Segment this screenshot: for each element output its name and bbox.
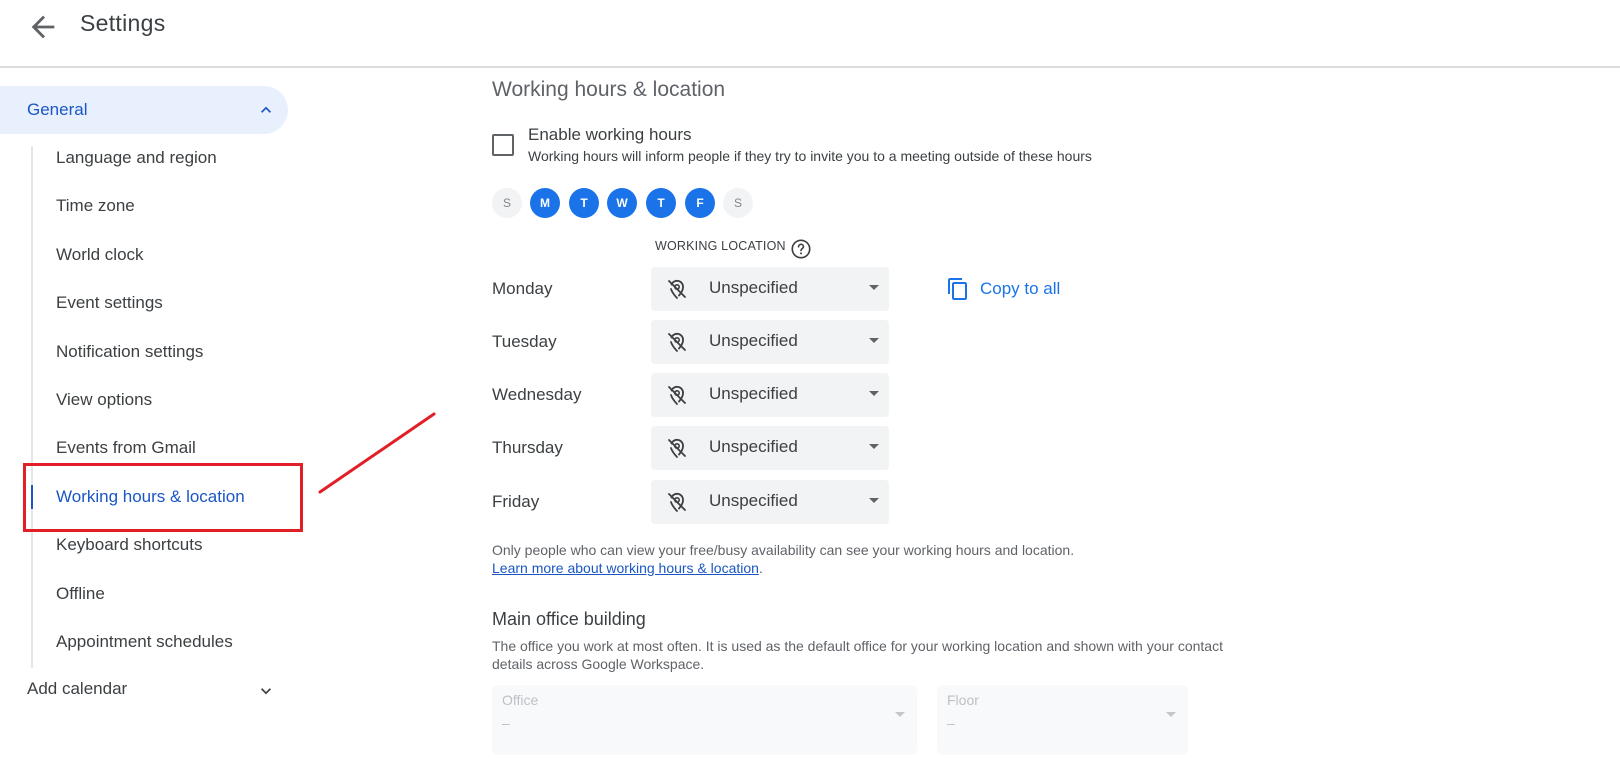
sidebar-item-notification-settings[interactable]: Notification settings bbox=[56, 342, 203, 362]
working-location-header: WORKING LOCATION bbox=[655, 239, 786, 253]
location-off-icon bbox=[668, 279, 686, 299]
location-select-friday[interactable]: Unspecified bbox=[651, 480, 889, 524]
location-select-value: Unspecified bbox=[709, 491, 798, 510]
location-row-day-label: Thursday bbox=[492, 438, 563, 457]
enable-working-hours-checkbox[interactable] bbox=[492, 134, 514, 156]
sidebar-item-world-clock[interactable]: World clock bbox=[56, 245, 144, 265]
dropdown-caret-icon bbox=[869, 444, 879, 449]
copy-to-all-label: Copy to all bbox=[980, 279, 1061, 298]
section-title: Working hours & location bbox=[492, 78, 726, 101]
office-field-value: – bbox=[502, 715, 510, 731]
office-select[interactable]: Office – bbox=[492, 685, 917, 755]
sidebar-item-event-settings[interactable]: Event settings bbox=[56, 293, 163, 313]
sidebar-item-general[interactable]: General bbox=[0, 86, 288, 134]
main-office-description: The office you work at most often. It is… bbox=[492, 638, 1223, 672]
chevron-up-icon bbox=[261, 106, 271, 113]
location-select-value: Unspecified bbox=[709, 384, 798, 403]
general-submenu: Language and region Time zone World cloc… bbox=[31, 146, 293, 668]
sidebar-item-view-options[interactable]: View options bbox=[56, 390, 152, 410]
location-select-value: Unspecified bbox=[709, 278, 798, 297]
learn-more-link[interactable]: Learn more about working hours & locatio… bbox=[492, 560, 759, 576]
day-toggle-monday[interactable]: M bbox=[530, 188, 560, 218]
chevron-down-icon bbox=[261, 688, 271, 695]
enable-working-hours-description: Working hours will inform people if they… bbox=[528, 148, 1092, 164]
location-off-icon bbox=[668, 438, 686, 458]
location-row-day-label: Monday bbox=[492, 279, 553, 298]
dropdown-caret-icon bbox=[869, 391, 879, 396]
help-circle-icon[interactable] bbox=[790, 238, 812, 260]
location-select-tuesday[interactable]: Unspecified bbox=[651, 320, 889, 364]
day-toggle-sunday[interactable]: S bbox=[492, 188, 522, 218]
location-select-monday[interactable]: Unspecified bbox=[651, 267, 889, 311]
copy-icon bbox=[948, 278, 967, 300]
location-row-day-label: Friday bbox=[492, 492, 540, 511]
floor-field-value: – bbox=[947, 715, 955, 731]
visibility-note: Only people who can view your free/busy … bbox=[492, 541, 1074, 577]
day-toggle-friday[interactable]: F bbox=[685, 188, 715, 218]
learn-more-suffix: . bbox=[758, 560, 763, 576]
office-field-label: Office bbox=[502, 692, 539, 708]
sidebar-item-label: General bbox=[27, 100, 88, 119]
dropdown-caret-icon bbox=[869, 338, 879, 343]
page-title: Settings bbox=[80, 10, 166, 36]
location-off-icon bbox=[668, 332, 686, 352]
main-office-title: Main office building bbox=[492, 609, 646, 629]
settings-sidebar: General Language and region Time zone Wo… bbox=[0, 68, 320, 758]
floor-field-label: Floor bbox=[947, 692, 979, 708]
sidebar-item-label: Add calendar bbox=[27, 679, 128, 698]
sidebar-item-time-zone[interactable]: Time zone bbox=[56, 196, 135, 216]
dropdown-caret-icon bbox=[1166, 712, 1176, 717]
location-select-value: Unspecified bbox=[709, 331, 798, 350]
arrow-back-icon bbox=[31, 15, 55, 39]
active-indicator bbox=[31, 485, 33, 509]
day-toggle-tuesday[interactable]: T bbox=[569, 188, 599, 218]
day-toggle-thursday[interactable]: T bbox=[646, 188, 676, 218]
sidebar-item-language-and-region[interactable]: Language and region bbox=[56, 148, 217, 168]
floor-select[interactable]: Floor – bbox=[937, 685, 1188, 755]
dropdown-caret-icon bbox=[869, 498, 879, 503]
dropdown-caret-icon bbox=[869, 285, 879, 290]
location-off-icon bbox=[668, 492, 686, 512]
sidebar-item-events-from-gmail[interactable]: Events from Gmail bbox=[56, 438, 196, 458]
sidebar-item-offline[interactable]: Offline bbox=[56, 584, 105, 604]
back-button[interactable] bbox=[26, 10, 60, 44]
dropdown-caret-icon bbox=[895, 712, 905, 717]
sidebar-item-appointment-schedules[interactable]: Appointment schedules bbox=[56, 632, 233, 652]
day-toggle-saturday[interactable]: S bbox=[723, 188, 753, 218]
top-bar: Settings bbox=[0, 0, 1620, 68]
location-row-day-label: Tuesday bbox=[492, 332, 557, 351]
location-off-icon bbox=[668, 385, 686, 405]
location-select-value: Unspecified bbox=[709, 437, 798, 456]
enable-working-hours-label[interactable]: Enable working hours bbox=[528, 125, 691, 145]
location-select-thursday[interactable]: Unspecified bbox=[651, 426, 889, 470]
sidebar-item-working-hours-location[interactable]: Working hours & location bbox=[56, 487, 245, 507]
sidebar-item-keyboard-shortcuts[interactable]: Keyboard shortcuts bbox=[56, 535, 202, 555]
location-select-wednesday[interactable]: Unspecified bbox=[651, 373, 889, 417]
day-toggle-wednesday[interactable]: W bbox=[607, 188, 637, 218]
visibility-note-text: Only people who can view your free/busy … bbox=[492, 542, 1075, 558]
sidebar-item-add-calendar[interactable]: Add calendar bbox=[27, 679, 287, 705]
location-row-day-label: Wednesday bbox=[492, 385, 582, 404]
